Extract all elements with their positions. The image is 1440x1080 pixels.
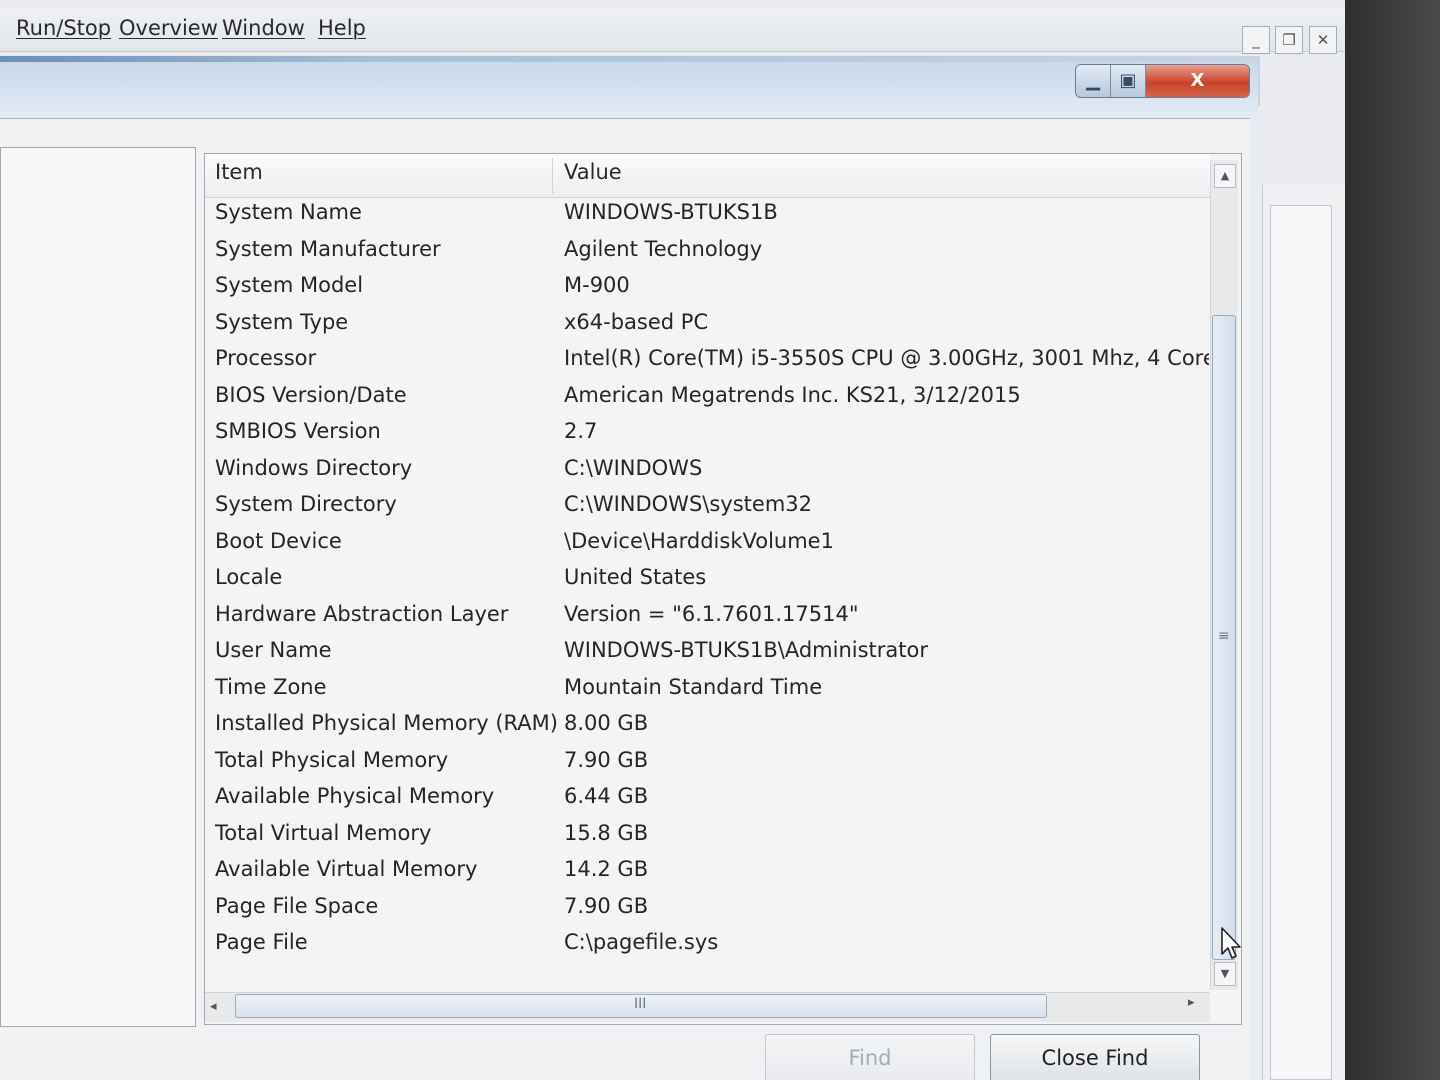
table-row[interactable]: Boot Device \Device\HarddiskVolume1 xyxy=(205,525,1210,561)
menu-run-stop[interactable]: Run/Stop xyxy=(16,16,111,40)
row-value: 8.00 GB xyxy=(564,711,649,735)
table-row[interactable]: Processor Intel(R) Core(TM) i5-3550S CPU … xyxy=(205,342,1210,378)
close-find-button[interactable]: Close Find xyxy=(990,1034,1200,1080)
scroll-right-arrow-icon[interactable]: ▸ xyxy=(1188,995,1195,1010)
row-value: 7.90 GB xyxy=(564,893,649,918)
row-value: \Device\HarddiskVolume1 xyxy=(564,528,834,553)
row-item-label: Available Virtual Memory xyxy=(215,857,478,881)
row-value: 14.2 GB xyxy=(564,857,649,881)
row-item-label: Page File xyxy=(215,930,308,954)
dialog-maximize-button[interactable]: ▣ xyxy=(1111,65,1146,97)
table-row[interactable]: Windows Directory C:\WINDOWS xyxy=(205,452,1210,488)
table-row[interactable]: Page File C:\pagefile.sys xyxy=(205,926,1210,962)
row-value: M-900 xyxy=(564,273,630,297)
category-tree-pane[interactable] xyxy=(0,147,196,1027)
menu-help[interactable]: Help xyxy=(318,16,366,40)
row-item-label: System Directory xyxy=(215,492,397,516)
row-item-label: System Type xyxy=(215,309,349,334)
table-row[interactable]: Installed Physical Memory (RAM) 8.00 GB xyxy=(205,707,1210,743)
row-item-label: BIOS Version/Date xyxy=(215,382,407,407)
row-item-label: Page File Space xyxy=(215,893,379,918)
table-row[interactable]: Total Virtual Memory 15.8 GB xyxy=(205,817,1210,853)
row-item-label: SMBIOS Version xyxy=(215,419,381,443)
row-value: Intel(R) Core(TM) i5-3550S CPU @ 3.00GHz… xyxy=(564,346,1209,370)
row-item-label: System Model xyxy=(215,273,364,297)
list-header: Item Value xyxy=(205,154,1210,198)
table-row[interactable]: System Type x64-based PC xyxy=(205,306,1210,342)
row-item-label: Locale xyxy=(215,565,283,589)
menu-bar: Run/Stop Overview Window Help xyxy=(0,8,1345,52)
row-value: 6.44 GB xyxy=(564,784,649,808)
row-item-label: Total Virtual Memory xyxy=(215,820,432,845)
scroll-up-arrow-icon[interactable]: ▲ xyxy=(1214,164,1236,188)
table-row[interactable]: Available Virtual Memory 14.2 GB xyxy=(205,853,1210,889)
find-button[interactable]: Find xyxy=(765,1034,975,1080)
table-row[interactable]: BIOS Version/Date American Megatrends Inc… xyxy=(205,379,1210,415)
row-value: C:\pagefile.sys xyxy=(564,930,719,954)
row-item-label: Time Zone xyxy=(215,674,327,699)
menu-window[interactable]: Window xyxy=(222,16,305,40)
table-row[interactable]: SMBIOS Version 2.7 xyxy=(205,415,1210,451)
outer-minimize-button[interactable]: _ xyxy=(1242,26,1270,54)
vertical-grip-icon: ≡ xyxy=(1218,628,1230,644)
row-item-label: Windows Directory xyxy=(215,455,413,480)
row-value: WINDOWS-BTUKS1B xyxy=(564,200,778,224)
column-header-item[interactable]: Item xyxy=(215,160,263,184)
row-item-label: Processor xyxy=(215,346,317,370)
table-row[interactable]: Total Physical Memory 7.90 GB xyxy=(205,744,1210,780)
row-value: United States xyxy=(564,565,707,589)
outer-restore-button[interactable]: ❐ xyxy=(1275,26,1303,54)
column-header-value[interactable]: Value xyxy=(564,160,622,184)
table-row[interactable]: System Manufacturer Agilent Technology xyxy=(205,233,1210,269)
dialog-window-controls: ▁ ▣ X xyxy=(1075,64,1250,98)
table-row[interactable]: Time Zone Mountain Standard Time xyxy=(205,671,1210,707)
row-item-label: System Name xyxy=(215,200,362,224)
row-item-label: Boot Device xyxy=(215,528,342,553)
table-row[interactable]: Page File Space 7.90 GB xyxy=(205,890,1210,926)
row-item-label: User Name xyxy=(215,638,332,662)
column-divider[interactable] xyxy=(552,158,553,194)
row-item-label: Hardware Abstraction Layer xyxy=(215,601,509,626)
row-item-label: System Manufacturer xyxy=(215,236,441,261)
dialog-close-button[interactable]: X xyxy=(1146,65,1249,97)
row-item-label: Total Physical Memory xyxy=(215,747,449,772)
row-value: American Megatrends Inc. KS21, 3/12/2015 xyxy=(564,382,1021,407)
row-value: 2.7 xyxy=(564,419,598,443)
row-value: C:\WINDOWS\system32 xyxy=(564,492,812,516)
row-value: Agilent Technology xyxy=(564,236,763,261)
table-row[interactable]: User Name WINDOWS-BTUKS1B\Administrator xyxy=(205,634,1210,670)
outer-right-inner-panel xyxy=(1270,205,1332,1080)
table-row[interactable]: Hardware Abstraction Layer Version = "6.1… xyxy=(205,598,1210,634)
scroll-left-arrow-icon[interactable]: ◂ xyxy=(210,999,217,1014)
row-value: C:\WINDOWS xyxy=(564,455,703,480)
row-value: WINDOWS-BTUKS1B\Administrator xyxy=(564,638,928,662)
row-item-label: Installed Physical Memory (RAM) xyxy=(215,711,558,735)
row-value: 7.90 GB xyxy=(564,747,649,772)
table-row[interactable]: Locale United States xyxy=(205,561,1210,597)
table-row[interactable]: System Directory C:\WINDOWS\system32 xyxy=(205,488,1210,524)
row-value: 15.8 GB xyxy=(564,820,649,845)
outer-close-button[interactable]: ✕ xyxy=(1309,26,1337,54)
mouse-pointer-icon xyxy=(1221,927,1241,959)
horizontal-grip-icon: III xyxy=(634,996,647,1012)
row-item-label: Available Physical Memory xyxy=(215,784,495,808)
monitor-bezel xyxy=(1345,0,1440,1080)
row-value: x64-based PC xyxy=(564,309,709,334)
scroll-down-arrow-icon[interactable]: ▼ xyxy=(1214,962,1236,986)
dialog-minimize-button[interactable]: ▁ xyxy=(1076,65,1111,97)
row-value: Mountain Standard Time xyxy=(564,674,823,699)
menu-overview[interactable]: Overview xyxy=(119,16,218,40)
table-row[interactable]: Available Physical Memory 6.44 GB xyxy=(205,780,1210,816)
table-row[interactable]: System Name WINDOWS-BTUKS1B xyxy=(205,196,1210,232)
table-row[interactable]: System Model M-900 xyxy=(205,269,1210,305)
row-value: Version = "6.1.7601.17514" xyxy=(564,601,859,626)
